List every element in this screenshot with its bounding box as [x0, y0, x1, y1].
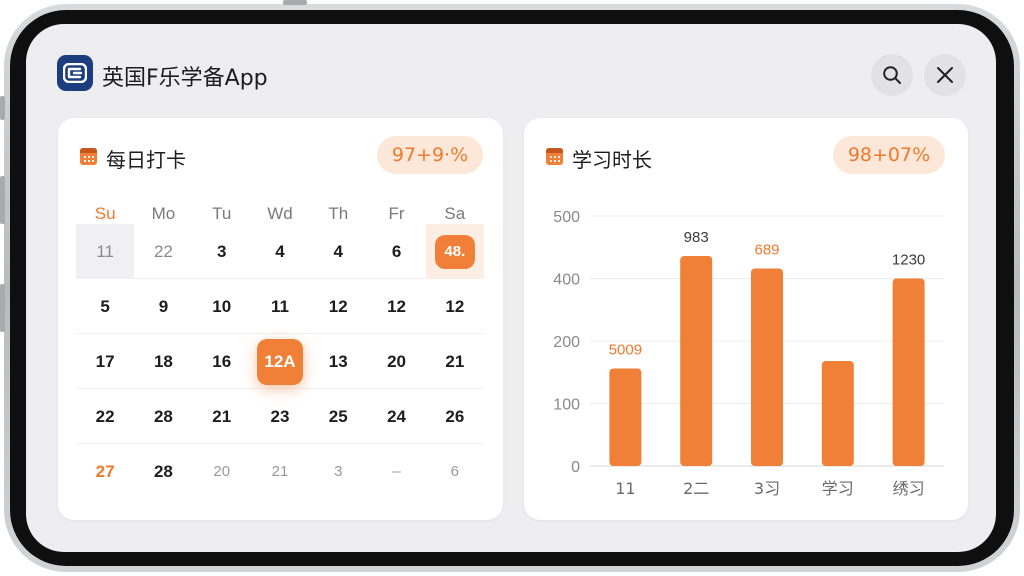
- device-side-button: [0, 96, 5, 120]
- calendar-day[interactable]: 4: [251, 224, 309, 279]
- y-tick-label: 500: [553, 209, 580, 226]
- search-icon: [883, 66, 901, 84]
- weekday-label: Fr: [388, 204, 405, 223]
- data-label: 1230: [892, 252, 925, 269]
- device-volume-down-button: [0, 284, 5, 332]
- calendar-day[interactable]: 12: [309, 279, 367, 334]
- calendar-day[interactable]: 6: [426, 444, 484, 499]
- calendar-week: 27 28 20 21 3 – 6: [76, 444, 484, 499]
- calendar-day[interactable]: –: [367, 444, 425, 499]
- data-label: 5009: [609, 342, 642, 359]
- calendar-day[interactable]: 22: [134, 224, 192, 279]
- weekday-header: Su Mo Tu Wd Th Fr Sa: [76, 204, 484, 224]
- data-label: 689: [754, 242, 779, 259]
- weekday-label: Su: [94, 204, 116, 223]
- calendar-day[interactable]: 10: [193, 279, 251, 334]
- calendar-day[interactable]: 26: [426, 389, 484, 444]
- calendar-day[interactable]: 22: [76, 389, 134, 444]
- app-title: 英国F乐学备App: [102, 66, 268, 91]
- y-tick-label: 200: [553, 334, 580, 351]
- calendar-day[interactable]: 18: [134, 334, 192, 389]
- calendar-day[interactable]: 12: [426, 279, 484, 334]
- calendar-day[interactable]: 9: [134, 279, 192, 334]
- x-tick-label: 2二: [683, 479, 709, 498]
- calendar-day[interactable]: 17: [76, 334, 134, 389]
- close-button[interactable]: [924, 54, 966, 96]
- device-volume-up-button: [0, 176, 5, 224]
- y-tick-label: 400: [553, 272, 580, 289]
- calendar-day[interactable]: 21: [251, 444, 309, 499]
- calendar-week: 11 22 3 4 4 6 48.: [76, 224, 484, 279]
- x-tick-label: 学习: [822, 479, 854, 498]
- x-tick-label: 绣习: [893, 479, 925, 498]
- calendar-day[interactable]: 20: [367, 334, 425, 389]
- bar: [892, 278, 925, 466]
- calendar-day[interactable]: 5: [76, 279, 134, 334]
- close-icon: [937, 67, 953, 83]
- bar: [751, 268, 783, 466]
- calendar-icon: [80, 148, 97, 165]
- weekday-label: Wd: [267, 204, 293, 223]
- bar: [821, 361, 854, 466]
- calendar-day[interactable]: 3: [309, 444, 367, 499]
- calendar-day[interactable]: 23: [251, 389, 309, 444]
- calendar-day[interactable]: 25: [309, 389, 367, 444]
- y-tick-label: 100: [553, 397, 580, 414]
- checkin-rate-badge: 97+9·%: [377, 136, 483, 174]
- data-label: 983: [684, 229, 709, 246]
- calendar-day[interactable]: 3: [193, 224, 251, 279]
- calendar-week: 5 9 10 11 12 12 12: [76, 279, 484, 334]
- calendar-day[interactable]: 20: [193, 444, 251, 499]
- checkin-card-title: 每日打卡: [106, 148, 186, 172]
- calendar-week: 22 28 21 23 25 24 26: [76, 389, 484, 444]
- calendar-day[interactable]: 16: [193, 334, 251, 389]
- study-time-card: 学习时长 98+07% 0 100 200 400 500 5009 11 983 2二 689 3…: [524, 118, 968, 520]
- calendar-day[interactable]: 11: [251, 279, 309, 334]
- device-top-button: [283, 0, 307, 5]
- calendar-grid: 11 22 3 4 4 6 48. 5 9 10 11 12 12 12 17: [76, 224, 484, 499]
- bar: [609, 368, 642, 466]
- weekday-label: Mo: [151, 204, 176, 223]
- calendar-day-checked[interactable]: 48.: [425, 224, 484, 279]
- bar: [680, 256, 713, 466]
- calendar-day[interactable]: 21: [426, 334, 484, 389]
- app-screen: 英国F乐学备App 每日打卡 97+9·% Su Mo Tu Wd Th Fr …: [26, 24, 996, 552]
- calendar-day[interactable]: 12: [367, 279, 425, 334]
- x-tick-label: 11: [615, 479, 635, 498]
- weekday-label: Th: [328, 204, 349, 223]
- calendar-day[interactable]: 13: [309, 334, 367, 389]
- calendar-day-today[interactable]: 12A: [251, 334, 309, 389]
- x-tick-label: 3习: [754, 479, 780, 498]
- calendar-week: 17 18 16 12A 13 20 21: [76, 334, 484, 389]
- checkin-card: 每日打卡 97+9·% Su Mo Tu Wd Th Fr Sa 11 22 3…: [58, 118, 503, 520]
- calendar-day[interactable]: 28: [134, 389, 192, 444]
- calendar-day[interactable]: 11: [76, 224, 135, 279]
- calendar-day[interactable]: 4: [309, 224, 367, 279]
- calendar-day[interactable]: 27: [76, 444, 134, 499]
- calendar-day[interactable]: 21: [193, 389, 251, 444]
- checked-day-badge: 48.: [434, 234, 475, 269]
- calendar-day[interactable]: 28: [134, 444, 192, 499]
- search-button[interactable]: [871, 54, 913, 96]
- calendar-day[interactable]: 24: [367, 389, 425, 444]
- y-tick-label: 0: [571, 459, 580, 476]
- today-badge: 12A: [256, 338, 303, 385]
- calendar-day[interactable]: 6: [367, 224, 425, 279]
- weekday-label: Tu: [212, 204, 232, 223]
- study-time-bar-chart: 0 100 200 400 500 5009 11 983 2二 689 3习 学习 1230 绣习: [553, 209, 944, 498]
- weekday-label: Sa: [444, 204, 466, 223]
- app-logo-icon: [57, 55, 93, 91]
